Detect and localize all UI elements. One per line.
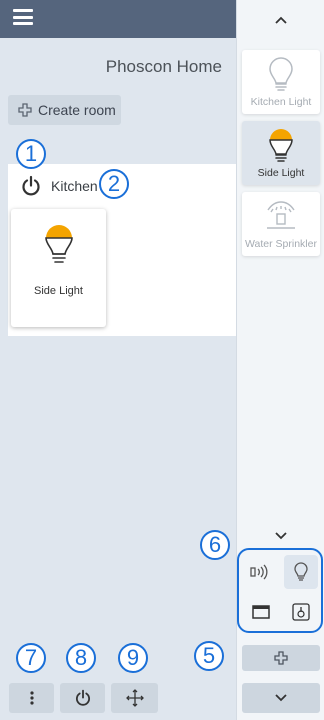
callout-6: 6 [200,530,230,560]
plus-icon [18,103,32,117]
room-name: Kitchen [51,178,98,194]
chevron-up-icon [275,16,287,24]
bulb-off-icon [269,57,293,91]
filter-sensors-button[interactable] [244,555,278,589]
callout-1: 1 [16,139,46,169]
hamburger-menu-icon[interactable] [13,9,33,25]
device-filter-group [237,548,323,633]
move-arrows-icon [125,689,144,707]
device-label: Side Light [257,167,305,179]
chevron-down-icon [275,532,287,540]
more-options-button[interactable] [9,683,54,713]
top-bar [0,0,236,38]
create-room-label: Create room [38,102,116,118]
bulb-on-icon [269,129,293,162]
callout-2: 2 [99,169,129,199]
scroll-up-button[interactable] [237,8,324,32]
bulb-on-icon [45,225,73,263]
add-device-button[interactable] [242,645,320,671]
callout-8: 8 [66,643,96,673]
light-tile-label: Side Light [34,285,83,297]
filter-thermostats-button[interactable] [284,595,318,629]
sprinkler-icon [267,201,295,229]
more-vertical-icon [29,691,34,705]
light-tile-side-light[interactable]: Side Light [11,209,106,327]
bulb-icon [294,562,308,581]
filter-blinds-button[interactable] [244,595,278,629]
all-power-button[interactable] [60,683,105,713]
thermostat-icon [292,603,310,621]
callout-5: 5 [194,641,224,671]
device-tile-side-light[interactable]: Side Light [242,121,320,185]
sensor-icon [250,564,268,580]
callout-9: 9 [118,643,148,673]
device-tile-kitchen-light[interactable]: Kitchen Light [242,50,320,114]
device-label: Kitchen Light [250,96,312,108]
filter-lights-button[interactable] [284,555,318,589]
device-label: Water Sprinkler [245,238,317,250]
app-title: Phoscon Home [105,57,222,76]
blind-icon [252,605,270,619]
move-mode-button[interactable] [111,683,158,713]
sidebar-expand-button[interactable] [242,683,320,713]
plus-icon [274,651,288,665]
chevron-down-icon [275,694,287,702]
device-tile-water-sprinkler[interactable]: Water Sprinkler [242,192,320,256]
callout-7: 7 [16,643,46,673]
scroll-down-button[interactable] [237,524,324,548]
create-room-button[interactable]: Create room [8,95,121,125]
room-power-icon[interactable] [20,175,42,197]
power-icon [75,689,90,706]
